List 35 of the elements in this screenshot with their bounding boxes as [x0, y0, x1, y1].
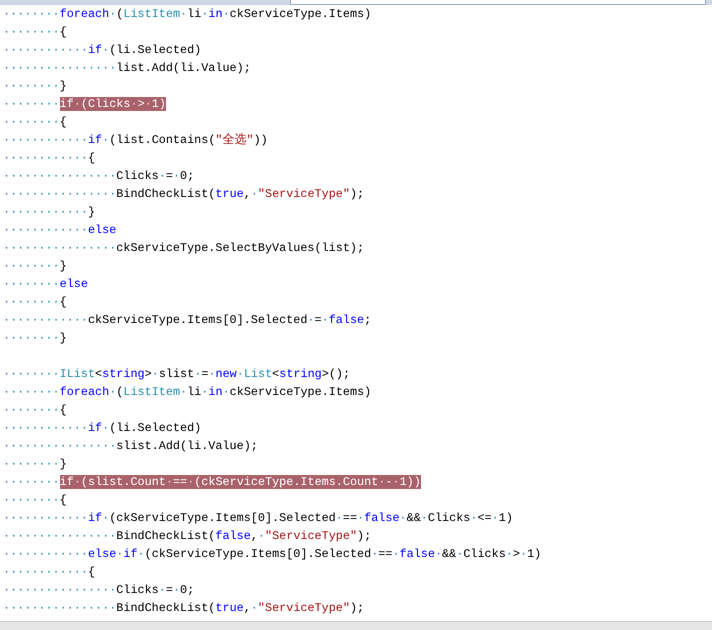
- code-line: ················BindCheckList(true,·"ServiceType");: [3, 186, 364, 203]
- code-line: ················Clicks·=·0;: [3, 582, 194, 599]
- code-line: ············else: [3, 222, 116, 239]
- code-line: ········foreach·(ListItem·li·in·ckServiceType.Items): [3, 384, 372, 401]
- code-line: ················ckServiceType.SelectByValues(list);: [3, 240, 364, 257]
- member-dropdown[interactable]: [290, 0, 706, 5]
- code-line: ············{: [3, 564, 96, 581]
- code-line: ········if·(slist.Count·==·(ckServiceType.Items.Count·-·1)): [3, 474, 421, 491]
- horizontal-scrollbar[interactable]: [0, 621, 712, 630]
- code-line: ········foreach·(ListItem·li·in·ckServiceType.Items): [3, 6, 372, 23]
- code-line: ········{: [3, 492, 67, 509]
- code-line: ················BindCheckList(true,·"ServiceType");: [3, 600, 364, 617]
- code-line: ········{: [3, 24, 67, 41]
- code-line: ············if·(list.Contains("全选")): [3, 132, 268, 149]
- code-line: ········IList<string>·slist·=·new·List<string>();: [3, 366, 350, 383]
- code-line: ········}: [3, 456, 67, 473]
- code-line: ········}: [3, 330, 67, 347]
- code-line: ············ckServiceType.Items[0].Selected·=·false;: [3, 312, 372, 329]
- code-line: ············if·(li.Selected): [3, 42, 202, 59]
- code-line: ········{: [3, 294, 67, 311]
- code-line: ············if·(li.Selected): [3, 420, 202, 437]
- code-line: ················Clicks·=·0;: [3, 168, 194, 185]
- code-line: ············}: [3, 204, 96, 221]
- code-line: ············if·(ckServiceType.Items[0].Selected·==·false·&&·Clicks·<=·1): [3, 510, 513, 527]
- code-line: ········if·(Clicks·>·1): [3, 96, 166, 113]
- code-line: ········{: [3, 114, 67, 131]
- code-line: ················list.Add(li.Value);: [3, 60, 251, 77]
- code-line: ················slist.Add(li.Value);: [3, 438, 258, 455]
- code-line: ················BindCheckList(false,·"ServiceType");: [3, 528, 372, 545]
- code-line: ········{: [3, 402, 67, 419]
- code-line: ········}: [3, 78, 67, 95]
- code-line: ············{: [3, 150, 96, 167]
- code-line: ········else: [3, 276, 88, 293]
- code-line: ········}: [3, 258, 67, 275]
- code-line: ············else·if·(ckServiceType.Items[0].Selected·==·false·&&·Clicks·>·1): [3, 546, 542, 563]
